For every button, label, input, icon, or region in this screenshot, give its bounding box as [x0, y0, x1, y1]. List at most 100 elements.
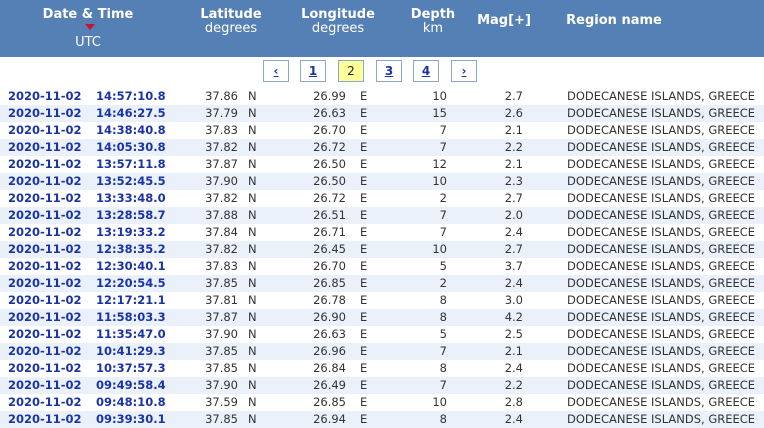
time-cell[interactable]: 14:05:30.8 — [96, 139, 166, 156]
header-date-time-unit: UTC — [75, 35, 101, 50]
header-depth[interactable]: Depth km — [408, 8, 458, 36]
table-row: 2020-11-02 12:30:40.1 37.83 N 26.70 E 5 3.7 DODE… — [0, 258, 764, 275]
date-cell[interactable]: 2020-11-02 — [8, 190, 82, 207]
date-cell[interactable]: 2020-11-02 — [8, 139, 82, 156]
table-row: 2020-11-02 11:58:03.3 37.87 N 26.90 E 8 4.2 DODE… — [0, 309, 764, 326]
header-latitude-label[interactable]: Latitude — [196, 8, 266, 22]
latitude-hemisphere-cell: N — [248, 344, 257, 358]
region-cell: DODECANESE ISLANDS, GREECE — [567, 242, 756, 256]
date-cell[interactable]: 2020-11-02 — [8, 343, 82, 360]
header-depth-label[interactable]: Depth — [408, 8, 458, 22]
depth-cell: 10 — [432, 395, 447, 409]
magnitude-cell: 2.0 — [504, 208, 523, 222]
time-cell[interactable]: 12:20:54.5 — [96, 275, 166, 292]
header-latitude[interactable]: Latitude degrees — [196, 8, 266, 36]
date-cell[interactable]: 2020-11-02 — [8, 411, 82, 428]
date-cell[interactable]: 2020-11-02 — [8, 173, 82, 190]
longitude-cell: 26.71 — [313, 225, 346, 239]
depth-cell: 10 — [432, 174, 447, 188]
depth-cell: 2 — [439, 276, 447, 290]
header-date-time[interactable]: Date & Time UTC — [38, 8, 138, 50]
time-cell[interactable]: 09:39:30.1 — [96, 411, 166, 428]
page-2-button[interactable]: 2 — [338, 60, 364, 82]
page-4-button[interactable]: 4 — [413, 60, 439, 82]
sort-desc-icon[interactable] — [85, 23, 95, 30]
time-cell[interactable]: 11:58:03.3 — [96, 309, 166, 326]
header-date-time-label[interactable]: Date & Time — [43, 7, 134, 22]
header-region-label[interactable]: Region name — [566, 14, 662, 28]
longitude-cell: 26.51 — [313, 208, 346, 222]
time-cell[interactable]: 14:46:27.5 — [96, 105, 166, 122]
table-row: 2020-11-02 13:19:33.2 37.84 N 26.71 E 7 2.4 DODE… — [0, 224, 764, 241]
time-cell[interactable]: 13:19:33.2 — [96, 224, 166, 241]
next-page-button[interactable]: › — [451, 60, 477, 82]
time-cell[interactable]: 09:48:10.8 — [96, 394, 166, 411]
time-cell[interactable]: 12:38:35.2 — [96, 241, 166, 258]
time-cell[interactable]: 12:17:21.1 — [96, 292, 166, 309]
latitude-cell: 37.79 — [205, 106, 238, 120]
prev-page-button[interactable]: ‹ — [263, 60, 289, 82]
longitude-hemisphere-cell: E — [360, 344, 368, 358]
header-longitude[interactable]: Longitude degrees — [300, 8, 376, 36]
time-cell[interactable]: 14:38:40.8 — [96, 122, 166, 139]
magnitude-cell: 2.4 — [504, 276, 523, 290]
time-cell[interactable]: 11:35:47.0 — [96, 326, 166, 343]
date-cell[interactable]: 2020-11-02 — [8, 292, 82, 309]
region-cell: DODECANESE ISLANDS, GREECE — [567, 412, 756, 426]
header-region[interactable]: Region name — [566, 14, 662, 28]
time-cell[interactable]: 10:41:29.3 — [96, 343, 166, 360]
header-mag[interactable]: Mag[+] — [476, 14, 532, 28]
time-cell[interactable]: 10:37:57.3 — [96, 360, 166, 377]
time-cell[interactable]: 13:28:58.7 — [96, 207, 166, 224]
longitude-hemisphere-cell: E — [360, 276, 368, 290]
time-cell[interactable]: 13:33:48.0 — [96, 190, 166, 207]
magnitude-cell: 4.2 — [504, 310, 523, 324]
time-cell[interactable]: 13:57:11.8 — [96, 156, 166, 173]
magnitude-cell: 2.1 — [504, 157, 523, 171]
date-cell[interactable]: 2020-11-02 — [8, 394, 82, 411]
latitude-cell: 37.82 — [205, 140, 238, 154]
date-cell[interactable]: 2020-11-02 — [8, 105, 82, 122]
date-cell[interactable]: 2020-11-02 — [8, 309, 82, 326]
date-cell[interactable]: 2020-11-02 — [8, 156, 82, 173]
longitude-cell: 26.96 — [313, 344, 346, 358]
table-row: 2020-11-02 09:48:10.8 37.59 N 26.85 E 10 2.8 DOD… — [0, 394, 764, 411]
time-cell[interactable]: 14:57:10.8 — [96, 88, 166, 105]
date-cell[interactable]: 2020-11-02 — [8, 207, 82, 224]
date-cell[interactable]: 2020-11-02 — [8, 88, 82, 105]
region-cell: DODECANESE ISLANDS, GREECE — [567, 123, 756, 137]
date-cell[interactable]: 2020-11-02 — [8, 360, 82, 377]
date-cell[interactable]: 2020-11-02 — [8, 224, 82, 241]
latitude-hemisphere-cell: N — [248, 140, 257, 154]
date-cell[interactable]: 2020-11-02 — [8, 122, 82, 139]
longitude-cell: 26.63 — [313, 327, 346, 341]
date-cell[interactable]: 2020-11-02 — [8, 377, 82, 394]
date-cell[interactable]: 2020-11-02 — [8, 275, 82, 292]
header-longitude-label[interactable]: Longitude — [300, 8, 376, 22]
page-1-button[interactable]: 1 — [300, 60, 326, 82]
longitude-cell: 26.70 — [313, 259, 346, 273]
magnitude-cell: 2.7 — [504, 242, 523, 256]
date-cell[interactable]: 2020-11-02 — [8, 326, 82, 343]
longitude-cell: 26.90 — [313, 310, 346, 324]
time-cell[interactable]: 12:30:40.1 — [96, 258, 166, 275]
table-row: 2020-11-02 09:49:58.4 37.90 N 26.49 E 7 2.2 DODE… — [0, 377, 764, 394]
longitude-hemisphere-cell: E — [360, 89, 368, 103]
magnitude-cell: 2.5 — [504, 327, 523, 341]
longitude-cell: 26.49 — [313, 378, 346, 392]
longitude-hemisphere-cell: E — [360, 361, 368, 375]
latitude-cell: 37.86 — [205, 89, 238, 103]
longitude-cell: 26.85 — [313, 276, 346, 290]
page-3-button[interactable]: 3 — [376, 60, 402, 82]
date-cell[interactable]: 2020-11-02 — [8, 258, 82, 275]
magnitude-cell: 3.7 — [504, 259, 523, 273]
region-cell: DODECANESE ISLANDS, GREECE — [567, 208, 756, 222]
table-row: 2020-11-02 10:41:29.3 37.85 N 26.96 E 7 2.1 DODE… — [0, 343, 764, 360]
time-cell[interactable]: 13:52:45.5 — [96, 173, 166, 190]
header-mag-label[interactable]: Mag[+] — [476, 14, 532, 28]
longitude-cell: 26.72 — [313, 140, 346, 154]
time-cell[interactable]: 09:49:58.4 — [96, 377, 166, 394]
date-cell[interactable]: 2020-11-02 — [8, 241, 82, 258]
depth-cell: 7 — [439, 225, 447, 239]
longitude-cell: 26.63 — [313, 106, 346, 120]
